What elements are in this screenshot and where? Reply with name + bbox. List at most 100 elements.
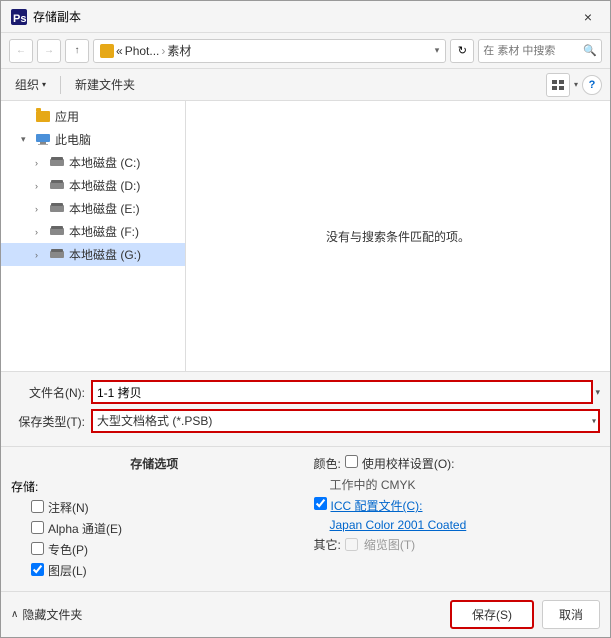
tree-arrow: ›: [35, 204, 49, 214]
drive-icon: [49, 156, 65, 170]
drive-icon: [49, 202, 65, 216]
hide-folder-button[interactable]: ∧ 隐藏文件夹: [11, 606, 82, 623]
working-color-label: 工作中的 CMYK: [330, 476, 416, 493]
other-label-row: 其它: 缩览图(T): [314, 536, 601, 553]
footer: ∧ 隐藏文件夹 保存(S) 取消: [1, 591, 610, 637]
toolbar: 组织 ▾ 新建文件夹 ▾ ?: [1, 69, 610, 101]
sidebar: 应用 ▾ 此电脑 ›: [1, 101, 186, 371]
color-label-row: 颜色: 使用校样设置(O):: [314, 455, 601, 472]
new-folder-button[interactable]: 新建文件夹: [69, 74, 141, 95]
checkbox-spot: 专色(P): [11, 541, 298, 558]
empty-message: 没有与搜索条件匹配的项。: [326, 228, 470, 245]
sidebar-item-label: 本地磁盘 (E:): [69, 200, 140, 217]
tree-arrow: ›: [35, 181, 49, 191]
sidebar-item-drive-e[interactable]: › 本地磁盘 (E:): [1, 197, 185, 220]
sidebar-item-label: 本地磁盘 (C:): [69, 154, 140, 171]
footer-buttons: 保存(S) 取消: [450, 600, 600, 629]
checkbox-annotation-input[interactable]: [31, 500, 44, 513]
sidebar-item-label: 此电脑: [55, 131, 91, 148]
sidebar-item-drive-c[interactable]: › 本地磁盘 (C:): [1, 151, 185, 174]
sidebar-item-label: 本地磁盘 (D:): [69, 177, 140, 194]
checkbox-annotation: 注释(N): [11, 499, 298, 516]
save-options-title: 存储选项: [11, 455, 298, 472]
drive-icon: [49, 225, 65, 239]
app-icon: Ps: [11, 9, 27, 25]
checkbox-spot-label: 专色(P): [48, 541, 88, 558]
cancel-button[interactable]: 取消: [542, 600, 600, 629]
search-input[interactable]: [483, 45, 583, 57]
checkbox-layers-input[interactable]: [31, 563, 44, 576]
use-profile-checkbox[interactable]: [345, 455, 358, 468]
hide-folder-label: 隐藏文件夹: [22, 606, 82, 623]
refresh-button[interactable]: ↻: [450, 39, 474, 63]
folder-icon: [100, 44, 114, 58]
chevron-up-icon: ∧: [11, 609, 18, 620]
organize-button[interactable]: 组织 ▾: [9, 74, 52, 95]
color-label: 颜色:: [314, 455, 341, 472]
main-area: 应用 ▾ 此电脑 ›: [1, 101, 610, 371]
tree-arrow: ›: [35, 158, 49, 168]
other-label: 其它:: [314, 536, 341, 553]
back-button[interactable]: ←: [9, 39, 33, 63]
options-section: 存储选项 存储: 注释(N) Alpha 通道(E) 专色(P) 图层(L): [1, 446, 610, 591]
tree-arrow-expanded: ▾: [21, 134, 35, 145]
sidebar-item-computer[interactable]: ▾ 此电脑: [1, 128, 185, 151]
save-subtitle: 存储:: [11, 478, 38, 495]
file-content-area: 没有与搜索条件匹配的项。: [186, 101, 610, 371]
svg-text:Ps: Ps: [13, 13, 26, 25]
breadcrumb-dropdown-arrow: ▾: [435, 45, 440, 56]
filetype-select[interactable]: 大型文档格式 (*.PSB): [91, 409, 600, 433]
icc-row: ICC 配置文件(C):: [314, 497, 601, 514]
view-toggle-button[interactable]: [546, 73, 570, 97]
computer-icon: [35, 133, 51, 147]
filename-dropdown-icon: ▾: [595, 387, 600, 398]
organize-label: 组织: [15, 76, 39, 93]
sidebar-item-label: 本地磁盘 (F:): [69, 223, 139, 240]
checkbox-layers: 图层(L): [11, 562, 298, 579]
icc-value: Japan Color 2001 Coated: [330, 518, 467, 532]
icc-label[interactable]: ICC 配置文件(C):: [331, 497, 423, 514]
toolbar-right: ▾ ?: [546, 73, 602, 97]
view-dropdown-icon: ▾: [574, 80, 578, 89]
tree-arrow: ›: [35, 227, 49, 237]
working-color-row: 工作中的 CMYK: [314, 476, 601, 493]
checkbox-spot-input[interactable]: [31, 542, 44, 555]
drive-icon: [49, 179, 65, 193]
filename-input[interactable]: [91, 380, 593, 404]
filetype-label: 保存类型(T):: [11, 413, 91, 430]
breadcrumb-prefix: «: [116, 44, 123, 58]
sidebar-item-apps[interactable]: 应用: [1, 105, 185, 128]
color-section: 颜色: 使用校样设置(O): 工作中的 CMYK ICC 配置文件(C): Ja…: [314, 455, 601, 553]
thumbnail-checkbox[interactable]: [345, 538, 358, 551]
filename-row: 文件名(N): ▾: [11, 380, 600, 404]
thumbnail-label: 缩览图(T): [364, 536, 415, 553]
breadcrumb[interactable]: « Phot... › 素材 ▾: [93, 39, 446, 63]
close-button[interactable]: ×: [576, 5, 600, 29]
checkbox-annotation-label: 注释(N): [48, 499, 89, 516]
checkbox-alpha: Alpha 通道(E): [11, 520, 298, 537]
save-button[interactable]: 保存(S): [450, 600, 534, 629]
forward-button[interactable]: →: [37, 39, 61, 63]
sidebar-item-drive-f[interactable]: › 本地磁盘 (F:): [1, 220, 185, 243]
dialog-title: 存储副本: [33, 8, 576, 25]
dialog-window: Ps 存储副本 × ← → ↑ « Phot... › 素材 ▾ ↻ 🔍 组织 …: [0, 0, 611, 638]
title-bar: Ps 存储副本 ×: [1, 1, 610, 33]
checkbox-layers-label: 图层(L): [48, 562, 87, 579]
save-options-panel: 存储选项 存储: 注释(N) Alpha 通道(E) 专色(P) 图层(L): [11, 455, 298, 583]
search-box: 🔍: [478, 39, 602, 63]
breadcrumb-separator: ›: [161, 44, 165, 58]
breadcrumb-part2: 素材: [167, 42, 191, 59]
sidebar-item-label: 本地磁盘 (G:): [69, 246, 141, 263]
icc-value-row: Japan Color 2001 Coated: [314, 518, 601, 532]
checkbox-alpha-input[interactable]: [31, 521, 44, 534]
up-button[interactable]: ↑: [65, 39, 89, 63]
filetype-row: 保存类型(T): 大型文档格式 (*.PSB) ▾: [11, 409, 600, 433]
breadcrumb-part1: Phot...: [125, 44, 160, 58]
filetype-select-wrapper: 大型文档格式 (*.PSB) ▾: [91, 409, 600, 433]
icc-checkbox[interactable]: [314, 497, 327, 510]
help-button[interactable]: ?: [582, 75, 602, 95]
nav-bar: ← → ↑ « Phot... › 素材 ▾ ↻ 🔍: [1, 33, 610, 69]
sidebar-item-drive-g[interactable]: › 本地磁盘 (G:): [1, 243, 185, 266]
sidebar-item-drive-d[interactable]: › 本地磁盘 (D:): [1, 174, 185, 197]
checkbox-alpha-label: Alpha 通道(E): [48, 520, 122, 537]
